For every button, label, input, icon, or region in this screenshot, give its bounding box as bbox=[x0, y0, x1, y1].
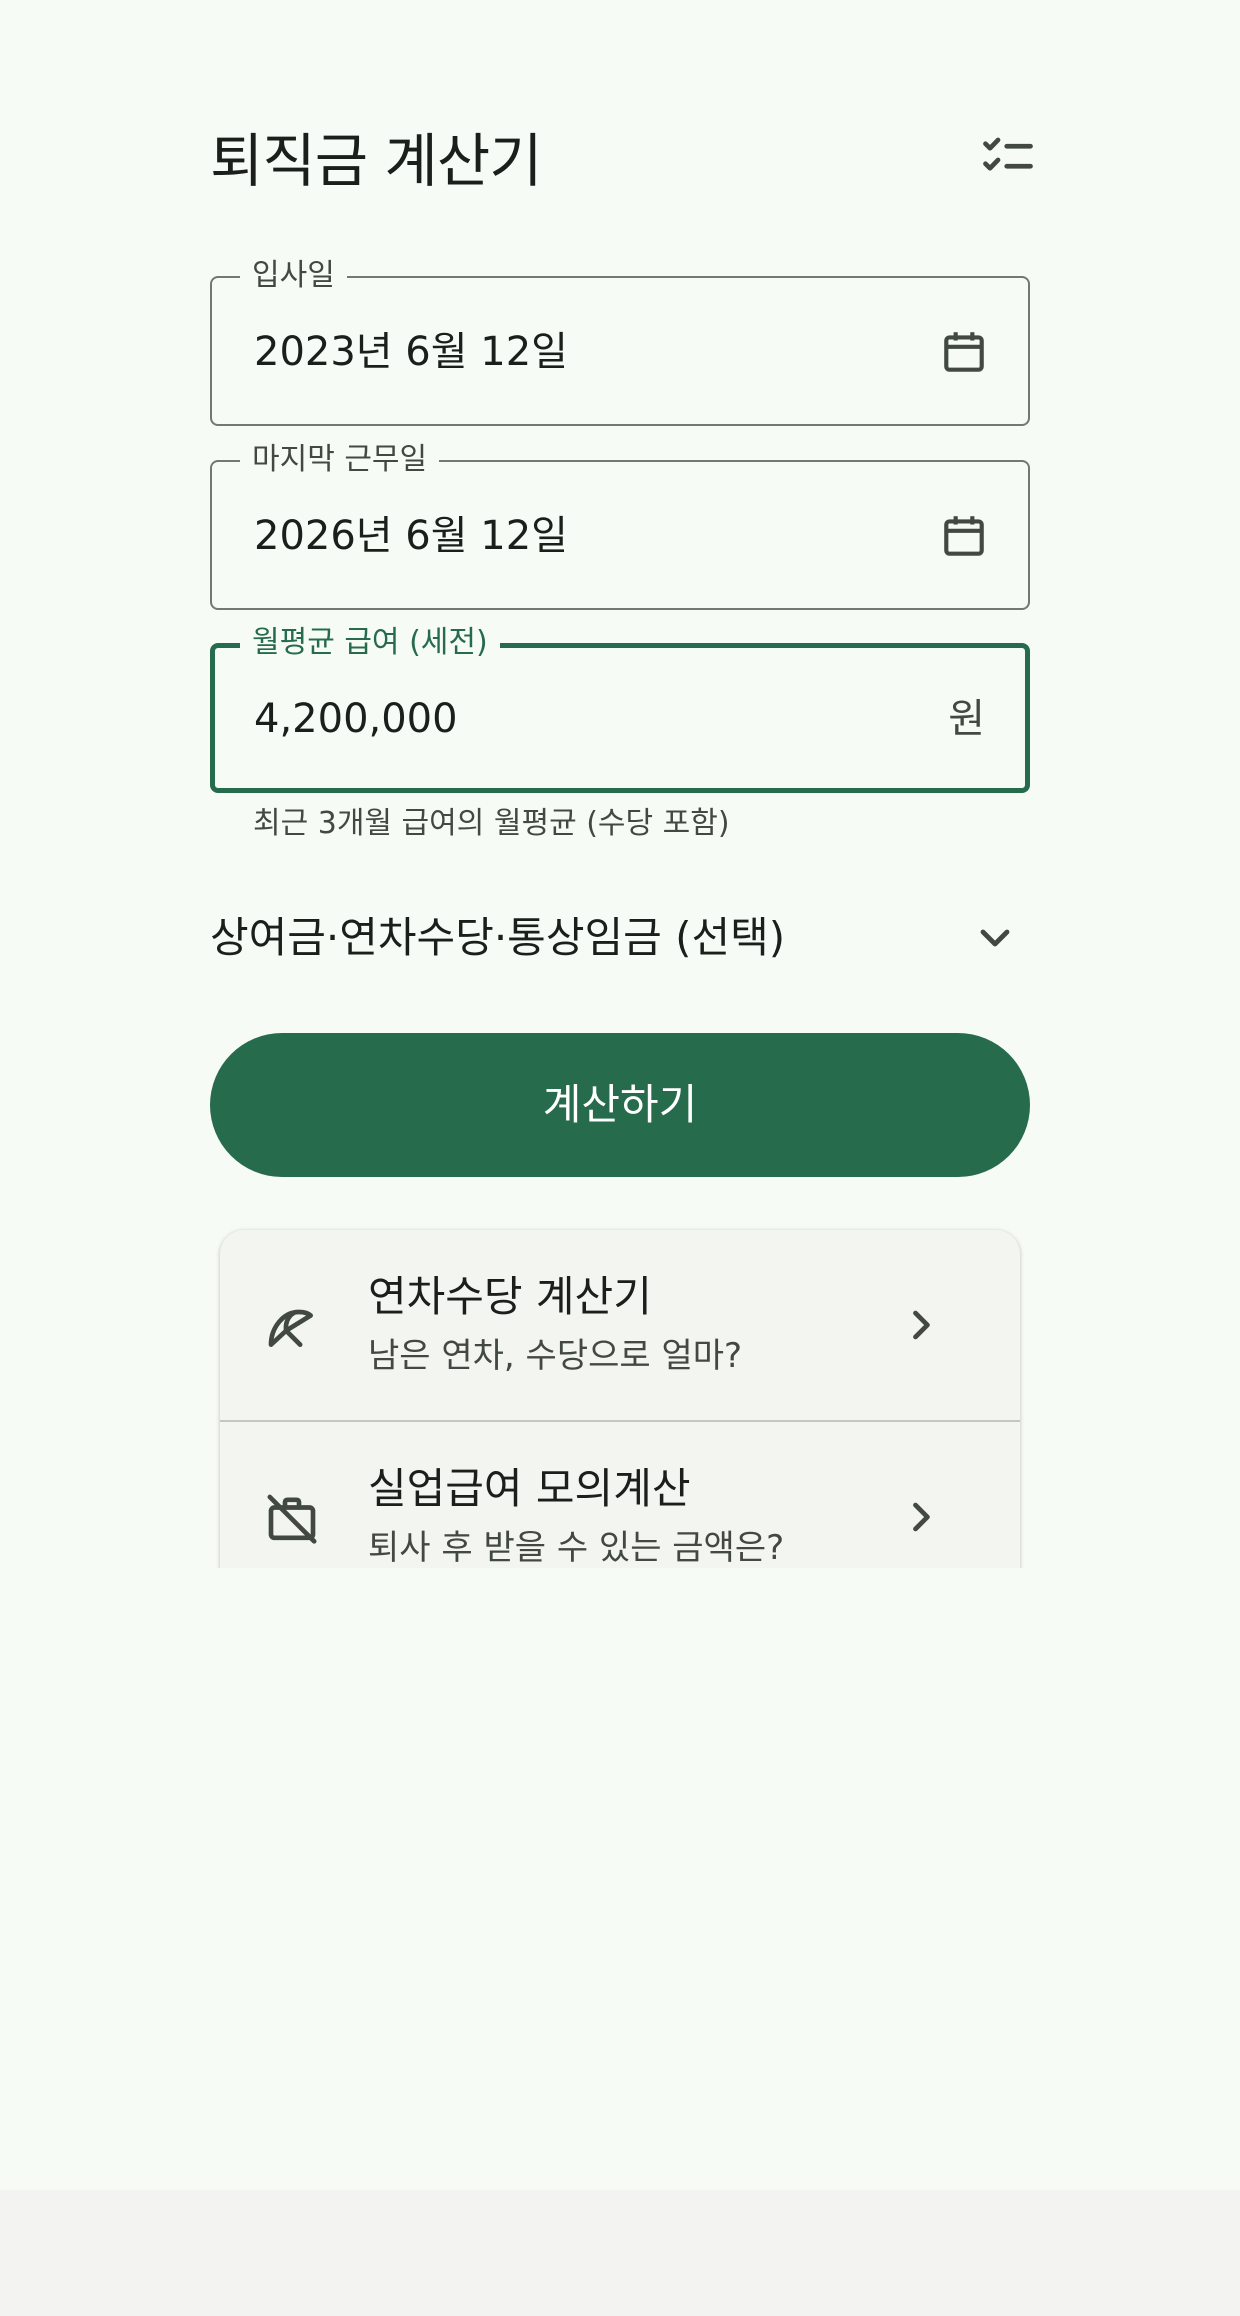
end-date-field[interactable]: 마지막 근무일 2026년 6월 12일 bbox=[210, 442, 1030, 610]
link-title: 실업급여 모의계산 bbox=[368, 1464, 691, 1513]
monthly-salary-input[interactable]: 월평균 급여 (세전) 4,200,000 원 bbox=[210, 625, 1030, 793]
related-tools-card: 연차수당 계산기 남은 연차, 수당으로 얼마? 실업급여 모의계산 퇴사 후 … bbox=[220, 1230, 1020, 1568]
start-date-label: 입사일 bbox=[240, 258, 347, 294]
calendar-icon[interactable] bbox=[936, 324, 992, 380]
monthly-salary-label: 월평균 급여 (세전) bbox=[240, 625, 500, 661]
chevron-right-icon bbox=[896, 1300, 946, 1350]
start-date-value: 2023년 6월 12일 bbox=[254, 329, 568, 375]
related-tools-section: 연차수당 계산기 남은 연차, 수당으로 얼마? 실업급여 모의계산 퇴사 후 … bbox=[212, 1222, 1028, 1568]
page-title: 퇴직금 계산기 bbox=[210, 127, 543, 195]
chevron-down-icon bbox=[970, 913, 1020, 963]
link-subtitle: 퇴사 후 받을 수 있는 금액은? bbox=[368, 1528, 785, 1568]
start-date-field[interactable]: 입사일 2023년 6월 12일 bbox=[210, 258, 1030, 426]
work-off-icon bbox=[262, 1488, 322, 1548]
beach-umbrella-icon bbox=[262, 1296, 322, 1356]
optional-items-label: 상여금·연차수당·통상임금 (선택) bbox=[210, 913, 786, 962]
link-title: 연차수당 계산기 bbox=[368, 1272, 652, 1321]
calculate-button[interactable]: 계산하기 bbox=[210, 1033, 1030, 1177]
link-subtitle: 남은 연차, 수당으로 얼마? bbox=[368, 1336, 743, 1376]
currency-suffix: 원 bbox=[948, 696, 985, 742]
optional-items-expander[interactable]: 상여금·연차수당·통상임금 (선택) bbox=[210, 895, 1030, 979]
chevron-right-icon bbox=[896, 1492, 946, 1542]
unemployment-benefit-link[interactable]: 실업급여 모의계산 퇴사 후 받을 수 있는 금액은? bbox=[220, 1422, 1020, 1568]
end-date-value: 2026년 6월 12일 bbox=[254, 513, 568, 559]
monthly-salary-value: 4,200,000 bbox=[254, 696, 458, 742]
bottom-system-area bbox=[0, 2190, 1240, 2316]
annual-leave-calculator-link[interactable]: 연차수당 계산기 남은 연차, 수당으로 얼마? bbox=[220, 1230, 1020, 1420]
monthly-salary-helper: 최근 3개월 급여의 월평균 (수당 포함) bbox=[253, 806, 730, 841]
calendar-icon[interactable] bbox=[936, 508, 992, 564]
end-date-label: 마지막 근무일 bbox=[240, 442, 440, 478]
checklist-icon[interactable] bbox=[976, 128, 1040, 192]
